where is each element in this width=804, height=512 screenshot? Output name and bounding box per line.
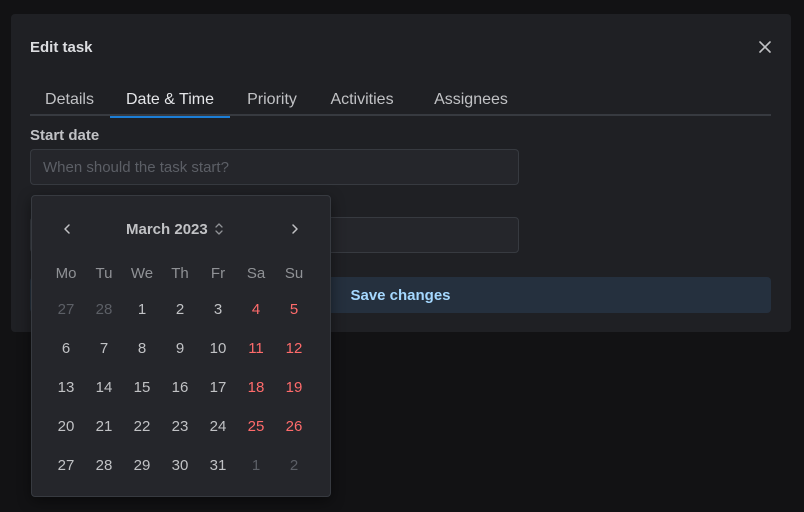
calendar-day[interactable]: 22 [123, 407, 161, 446]
start-date-input[interactable]: When should the task start? [30, 149, 519, 185]
chevron-right-icon [292, 224, 298, 234]
previous-month-button[interactable] [52, 214, 82, 244]
month-year-selector[interactable]: March 2023 [126, 216, 224, 242]
tab-activities[interactable]: Activities [324, 84, 400, 116]
calendar-day[interactable]: 8 [123, 329, 161, 368]
month-year-label: March 2023 [126, 220, 208, 238]
calendar-day[interactable]: 20 [47, 407, 85, 446]
weekday-header: Tu [95, 264, 113, 282]
tab-priority[interactable]: Priority [233, 84, 311, 116]
calendar-day[interactable]: 16 [161, 368, 199, 407]
calendar-day-outside[interactable]: 1 [237, 446, 275, 485]
calendar-day-outside[interactable]: 28 [85, 290, 123, 329]
calendar-day[interactable]: 28 [85, 446, 123, 485]
calendar-day[interactable]: 23 [161, 407, 199, 446]
calendar-day[interactable]: 7 [85, 329, 123, 368]
calendar-day[interactable]: 12 [275, 329, 313, 368]
weekday-header: Su [284, 264, 304, 282]
calendar-day[interactable]: 2 [161, 290, 199, 329]
calendar-day[interactable]: 18 [237, 368, 275, 407]
chevron-left-icon [64, 224, 70, 234]
calendar-day-outside[interactable]: 27 [47, 290, 85, 329]
calendar-day[interactable]: 4 [237, 290, 275, 329]
close-icon [759, 41, 771, 53]
start-date-label: Start date [30, 127, 100, 144]
weekday-header: Fr [210, 264, 226, 282]
calendar-day[interactable]: 5 [275, 290, 313, 329]
tab-details[interactable]: Details [30, 84, 109, 116]
weekday-header: We [130, 264, 154, 282]
tab-assignees[interactable]: Assignees [428, 84, 514, 116]
calendar-day[interactable]: 31 [199, 446, 237, 485]
calendar-day[interactable]: 17 [199, 368, 237, 407]
next-month-button[interactable] [280, 214, 310, 244]
weekday-header: Sa [246, 264, 266, 282]
calendar-day-outside[interactable]: 2 [275, 446, 313, 485]
calendar-day[interactable]: 11 [237, 329, 275, 368]
close-button[interactable] [756, 38, 774, 56]
calendar-day[interactable]: 13 [47, 368, 85, 407]
calendar-day[interactable]: 25 [237, 407, 275, 446]
calendar-day[interactable]: 9 [161, 329, 199, 368]
calendar-day[interactable]: 1 [123, 290, 161, 329]
modal-title: Edit task [30, 39, 93, 56]
calendar-day[interactable]: 19 [275, 368, 313, 407]
calendar-day[interactable]: 21 [85, 407, 123, 446]
calendar-day[interactable]: 30 [161, 446, 199, 485]
calendar-day[interactable]: 14 [85, 368, 123, 407]
calendar-day[interactable]: 15 [123, 368, 161, 407]
calendar-day[interactable]: 27 [47, 446, 85, 485]
calendar-day[interactable]: 6 [47, 329, 85, 368]
calendar-day[interactable]: 3 [199, 290, 237, 329]
calendar-day[interactable]: 10 [199, 329, 237, 368]
weekday-header: Th [171, 264, 189, 282]
calendar-day[interactable]: 29 [123, 446, 161, 485]
calendar-day[interactable]: 24 [199, 407, 237, 446]
calendar-day[interactable]: 26 [275, 407, 313, 446]
selector-icon [215, 223, 223, 235]
date-picker-dropdown: March 2023 Mo Tu We Th Fr Sa Su 27 28 1 2 3 4 5 6 7 8 9 10… [31, 195, 331, 497]
weekday-header: Mo [55, 264, 77, 282]
tab-list: Details Date & Time Priority Activities … [30, 84, 771, 118]
tab-date-time[interactable]: Date & Time [110, 84, 230, 118]
